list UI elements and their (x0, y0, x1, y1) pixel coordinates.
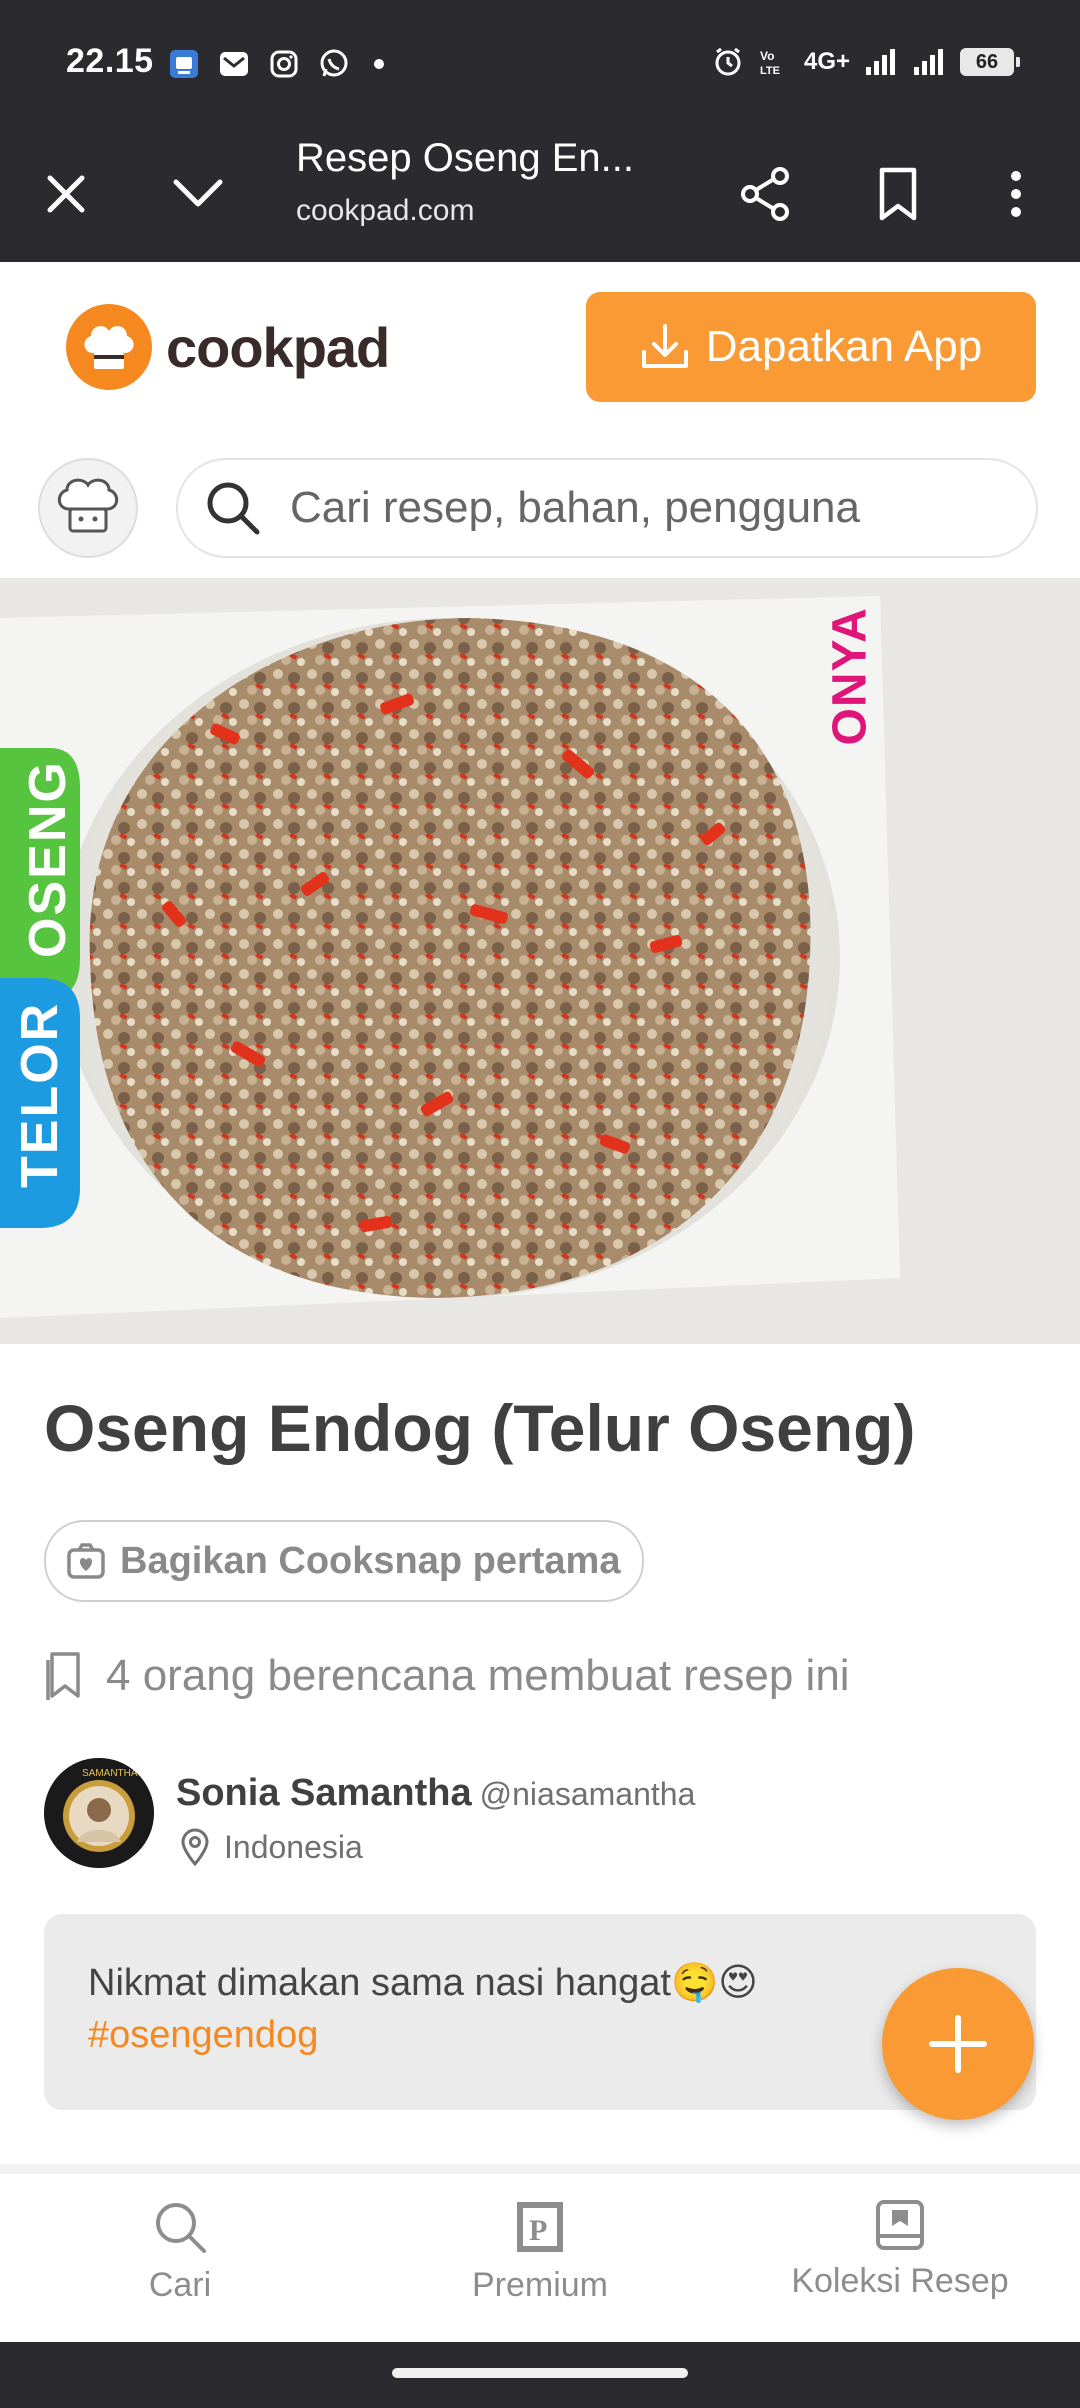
author-location: Indonesia (180, 1828, 363, 1866)
nav-item-premium[interactable]: P Premium (410, 2198, 670, 2305)
nav-label-collection: Koleksi Resep (791, 2262, 1009, 2300)
battery-icon: 66 (960, 48, 1020, 76)
share-icon (741, 167, 789, 221)
user-avatar-button[interactable] (38, 458, 138, 558)
status-right-icons: Vo LTE 4G+ 66 (712, 46, 1020, 78)
get-app-button[interactable]: Dapatkan App (586, 292, 1036, 402)
share-button[interactable] (730, 158, 802, 230)
bottom-navigation: Cari P Premium Koleksi Resep (0, 2174, 1080, 2342)
nav-label-premium: Premium (471, 2266, 609, 2304)
author-avatar[interactable]: SAMANTHA (44, 1758, 154, 1868)
location-pin-icon (181, 1828, 209, 1866)
chef-hat-icon (66, 304, 152, 390)
recipe-photo-illustration (0, 578, 1080, 1344)
recipe-photo[interactable]: OSENG TELOR ONYA (0, 578, 1080, 1344)
nav-divider (0, 2164, 1080, 2174)
dot-icon (374, 59, 384, 69)
planned-count: 4 orang berencana membuat resep ini (44, 1650, 850, 1702)
get-app-label: Dapatkan App (705, 322, 983, 371)
page-title: Resep Oseng En... (296, 136, 634, 180)
camera-heart-icon (67, 1543, 105, 1579)
download-icon (641, 324, 688, 368)
svg-text:LTE: LTE (760, 65, 780, 77)
bookmark-icon (879, 167, 917, 221)
minimize-button[interactable] (162, 158, 234, 230)
home-indicator[interactable] (392, 2368, 688, 2378)
search-input[interactable] (288, 482, 1012, 534)
cooksnap-label: Bagikan Cooksnap pertama (120, 1539, 621, 1582)
nav-item-search[interactable]: Cari (50, 2198, 310, 2305)
svg-text:Vo: Vo (760, 49, 774, 63)
nav-label-search: Cari (148, 2266, 212, 2304)
status-bar: 22.15 Vo LTE 4G+ 66 (0, 0, 1080, 128)
search-bar[interactable] (176, 458, 1038, 558)
close-icon (47, 175, 85, 213)
search-icon (207, 482, 260, 535)
hashtag-link[interactable]: #osengendog (88, 2014, 318, 2057)
logo-text: cookpad (166, 315, 390, 379)
status-time: 22.15 (66, 42, 154, 80)
author-info[interactable]: SAMANTHA Sonia Samantha @niasamantha Indo… (44, 1758, 1044, 1870)
premium-icon: P (517, 2202, 563, 2252)
description-text: Nikmat dimakan sama nasi hangat🤤😍 (88, 1962, 758, 2004)
alarm-icon (715, 47, 741, 76)
svg-text:SAMANTHA: SAMANTHA (82, 1768, 138, 1779)
more-options-button[interactable] (980, 158, 1052, 230)
label-telor: TELOR (11, 1001, 69, 1188)
chevron-down-icon (173, 179, 223, 207)
label-oseng: OSENG (19, 760, 77, 958)
status-left-icons (168, 48, 384, 80)
bookmark-outline-icon (46, 1652, 80, 1700)
instagram-icon (270, 50, 298, 78)
volte-icon: Vo LTE (760, 49, 780, 77)
browser-toolbar: Resep Oseng En... cookpad.com (0, 128, 1080, 262)
nav-item-collection[interactable]: Koleksi Resep (770, 2198, 1030, 2301)
search-row (0, 432, 1080, 578)
add-floating-button[interactable] (882, 1968, 1034, 2120)
bookmark-button[interactable] (862, 158, 934, 230)
share-cooksnap-button[interactable]: Bagikan Cooksnap pertama (44, 1520, 645, 1602)
author-name[interactable]: Sonia Samantha (176, 1772, 472, 1814)
recipe-title: Oseng Endog (Telur Oseng) (44, 1391, 916, 1465)
search-icon (156, 2203, 206, 2253)
site-header: cookpad Dapatkan App (0, 262, 1080, 432)
collection-icon (876, 2200, 924, 2250)
planned-text: 4 orang berencana membuat resep ini (106, 1651, 850, 1700)
close-tab-button[interactable] (30, 158, 102, 230)
app-icon (170, 50, 198, 78)
mail-icon (220, 52, 248, 76)
signal-icon (914, 49, 943, 75)
recipe-description: Nikmat dimakan sama nasi hangat🤤😍 #oseng… (44, 1914, 1036, 2110)
page-url[interactable]: cookpad.com (296, 194, 474, 228)
whatsapp-icon (320, 49, 348, 77)
svg-text:P: P (529, 2214, 547, 2247)
location-text: Indonesia (224, 1828, 363, 1865)
author-handle: @niasamantha (479, 1776, 696, 1812)
more-vertical-icon (1011, 171, 1021, 217)
battery-level: 66 (975, 51, 999, 73)
signal-icon (866, 49, 895, 75)
gesture-bar (0, 2342, 1080, 2408)
network-type: 4G+ (803, 48, 850, 75)
chef-avatar-icon (57, 478, 119, 533)
cookpad-logo[interactable]: cookpad (66, 304, 390, 390)
author-name-line: Sonia Samantha @niasamantha (176, 1772, 695, 1815)
label-onya: ONYA (823, 607, 877, 746)
plus-icon (929, 2015, 987, 2073)
